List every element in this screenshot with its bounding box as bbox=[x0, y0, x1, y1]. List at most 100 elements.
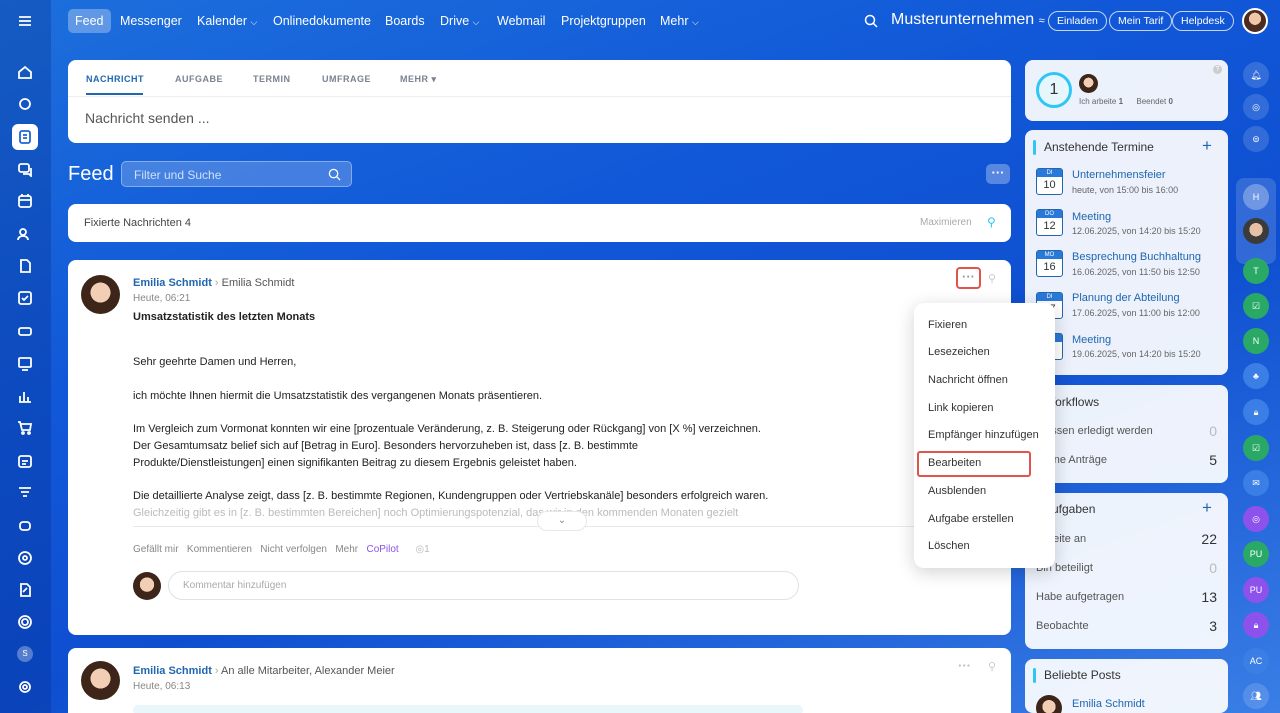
calendar-icon[interactable] bbox=[12, 188, 38, 214]
chat-avatar[interactable]: H bbox=[1243, 184, 1269, 210]
menu-hide[interactable]: Ausblenden bbox=[928, 485, 986, 497]
menu-copy-link[interactable]: Link kopieren bbox=[928, 402, 993, 414]
nav-calendar[interactable]: Kalender ⌵ bbox=[190, 9, 264, 33]
group-chat-icon[interactable]: ♣ bbox=[1243, 363, 1269, 389]
helpdesk-button[interactable]: Helpdesk bbox=[1172, 11, 1234, 31]
popular-author[interactable]: Emilia Schmidt bbox=[1072, 698, 1145, 710]
comment-button[interactable]: Kommentieren bbox=[187, 544, 252, 555]
post-time[interactable]: Heute, 06:13 bbox=[133, 681, 190, 692]
task-row[interactable]: Beobachte 3 bbox=[1036, 618, 1217, 634]
edit-doc-icon[interactable] bbox=[12, 577, 38, 603]
more-button[interactable]: Mehr bbox=[335, 544, 358, 555]
event-title[interactable]: Planung der Abteilung bbox=[1072, 292, 1180, 304]
author-name[interactable]: Emilia Schmidt bbox=[133, 665, 212, 677]
nav-boards[interactable]: Boards bbox=[378, 9, 432, 33]
nav-feed[interactable]: Feed bbox=[68, 9, 111, 33]
lock-icon[interactable]: 🔒︎ bbox=[1243, 399, 1269, 425]
post-time[interactable]: Heute, 06:21 bbox=[133, 293, 190, 304]
event-title[interactable]: Meeting bbox=[1072, 334, 1111, 346]
drive-icon[interactable] bbox=[12, 318, 38, 344]
lock-icon[interactable]: 🔒︎ bbox=[1243, 612, 1269, 638]
event-title[interactable]: Meeting bbox=[1072, 211, 1111, 223]
hamburger-menu-icon[interactable] bbox=[12, 8, 38, 34]
pinned-messages-bar[interactable]: Fixierte Nachrichten 4 Maximieren ⚲ bbox=[68, 204, 1011, 242]
tab-poll[interactable]: UMFRAGE bbox=[322, 74, 371, 84]
document-icon[interactable] bbox=[12, 253, 38, 279]
shop-cart-icon[interactable] bbox=[12, 415, 38, 441]
author-avatar[interactable] bbox=[81, 275, 120, 314]
filter-icon[interactable] bbox=[12, 480, 38, 506]
copilot-icon[interactable]: ◎ bbox=[1243, 94, 1269, 120]
analytics-icon[interactable] bbox=[12, 383, 38, 409]
users-icon[interactable] bbox=[12, 221, 38, 247]
chat-avatar[interactable]: PU bbox=[1243, 577, 1269, 603]
workflow-row[interactable]: Müssen erledigt werden 0 bbox=[1036, 423, 1217, 439]
unfollow-button[interactable]: Nicht verfolgen bbox=[260, 544, 327, 555]
chat-icon[interactable]: ☑ bbox=[1243, 435, 1269, 461]
user-avatar[interactable] bbox=[1242, 8, 1268, 34]
author-avatar[interactable] bbox=[81, 661, 120, 700]
chat-icon[interactable] bbox=[12, 156, 38, 182]
post-menu-button[interactable]: ··· bbox=[958, 658, 971, 673]
booking-icon[interactable] bbox=[12, 448, 38, 474]
feed-icon[interactable] bbox=[12, 124, 38, 150]
task-row[interactable]: Bin beteiligt 0 bbox=[1036, 560, 1217, 576]
add-task-icon[interactable]: + bbox=[1202, 498, 1212, 518]
nav-webmail[interactable]: Webmail bbox=[490, 9, 552, 33]
flow-icon[interactable] bbox=[12, 91, 38, 117]
users-icon[interactable]: 👥︎ bbox=[1243, 683, 1269, 709]
settings-gear-icon[interactable] bbox=[12, 674, 38, 700]
workflow-row[interactable]: Meine Anträge 5 bbox=[1036, 452, 1217, 468]
pin-icon[interactable]: ⚲ bbox=[988, 272, 996, 285]
tab-event[interactable]: TERMIN bbox=[253, 74, 291, 84]
chat-avatar[interactable]: N bbox=[1243, 328, 1269, 354]
menu-open-message[interactable]: Nachricht öffnen bbox=[928, 374, 1008, 386]
nav-onlinedocs[interactable]: Onlinedokumente bbox=[266, 9, 378, 33]
menu-create-task[interactable]: Aufgabe erstellen bbox=[928, 513, 1014, 525]
tab-task[interactable]: AUFGABE bbox=[175, 74, 223, 84]
search-chat-icon[interactable]: ⊜ bbox=[1243, 126, 1269, 152]
tab-more[interactable]: MEHR ▾ bbox=[400, 74, 437, 85]
chat-avatar[interactable] bbox=[1243, 218, 1269, 244]
menu-add-recipients[interactable]: Empfänger hinzufügen bbox=[928, 429, 1039, 441]
task-row[interactable]: Arbeite an 22 bbox=[1036, 531, 1217, 547]
chat-bubble-icon[interactable]: ✉ bbox=[1243, 470, 1269, 496]
help-icon[interactable]: ? bbox=[1213, 65, 1222, 74]
nav-projectgroups[interactable]: Projektgruppen bbox=[554, 9, 653, 33]
my-plan-button[interactable]: Mein Tarif bbox=[1109, 11, 1173, 31]
recipient[interactable]: Emilia Schmidt bbox=[222, 277, 295, 289]
chat-icon[interactable]: ☑ bbox=[1243, 293, 1269, 319]
home-icon[interactable] bbox=[12, 59, 38, 85]
add-event-icon[interactable]: + bbox=[1202, 136, 1212, 156]
company-name[interactable]: Musterunternehmen ≈ bbox=[891, 11, 1045, 29]
filter-search-input[interactable]: Filter und Suche bbox=[121, 161, 352, 187]
target-icon[interactable] bbox=[12, 545, 38, 571]
nav-more[interactable]: Mehr ⌵ bbox=[653, 9, 706, 33]
copilot-button[interactable]: CoPilot bbox=[366, 544, 398, 555]
post-menu-button[interactable]: ··· bbox=[956, 267, 981, 289]
search-icon[interactable] bbox=[864, 14, 878, 28]
copilot-chat-icon[interactable]: ◎ bbox=[1243, 506, 1269, 532]
menu-delete[interactable]: Löschen bbox=[928, 540, 970, 552]
feed-options-button[interactable]: ··· bbox=[986, 164, 1010, 184]
maximize-link[interactable]: Maximieren bbox=[920, 217, 972, 228]
workday-counter[interactable]: 1 bbox=[1036, 72, 1072, 108]
task-row[interactable]: Habe aufgetragen 13 bbox=[1036, 589, 1217, 605]
expand-post-icon[interactable]: ⌄ bbox=[537, 511, 587, 531]
chat-avatar[interactable]: AC bbox=[1243, 648, 1269, 674]
nav-drive[interactable]: Drive ⌵ bbox=[433, 9, 486, 33]
sites-icon[interactable] bbox=[12, 350, 38, 376]
user-avatar-small[interactable]: S bbox=[12, 641, 38, 667]
robot-icon[interactable] bbox=[12, 512, 38, 538]
tab-message[interactable]: NACHRICHT bbox=[86, 74, 144, 84]
pin-icon[interactable]: ⚲ bbox=[987, 215, 996, 229]
bell-icon[interactable]: 🔔︎ bbox=[1243, 62, 1269, 88]
recipient[interactable]: An alle Mitarbeiter, Alexander Meier bbox=[221, 665, 395, 677]
pin-icon[interactable]: ⚲ bbox=[988, 660, 996, 673]
menu-pin[interactable]: Fixieren bbox=[928, 319, 967, 331]
chat-avatar[interactable]: T bbox=[1243, 258, 1269, 284]
menu-bookmark[interactable]: Lesezeichen bbox=[928, 346, 990, 358]
support-icon[interactable] bbox=[12, 609, 38, 635]
author-name[interactable]: Emilia Schmidt bbox=[133, 277, 212, 289]
chat-avatar[interactable]: PU bbox=[1243, 541, 1269, 567]
